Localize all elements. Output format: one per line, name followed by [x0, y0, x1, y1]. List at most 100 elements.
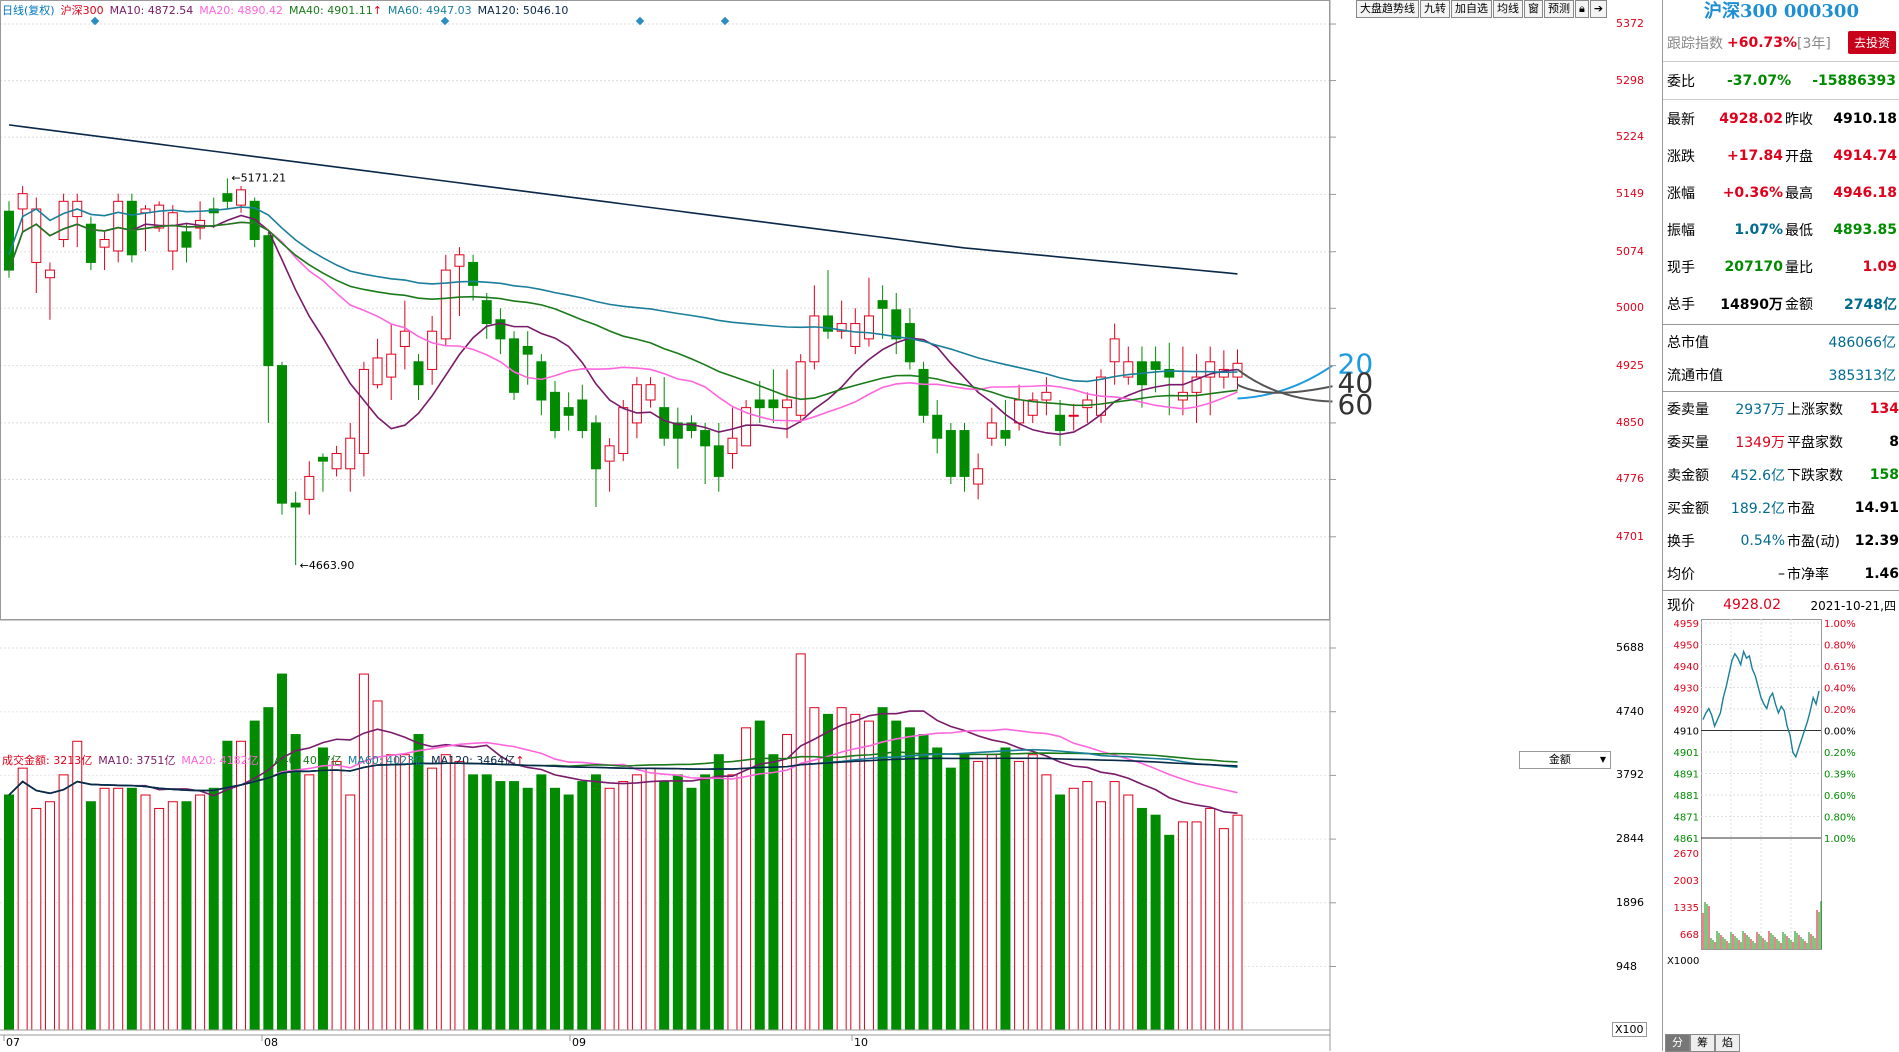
quote-value: 207170 — [1724, 258, 1783, 275]
quote-row: 总手 14890万 金额 2748亿 — [1663, 285, 1899, 322]
intraday-pct-label: 0.39% — [1824, 770, 1856, 781]
nine-turn-button[interactable]: 九转 — [1420, 0, 1450, 18]
ma60-line — [8, 206, 1238, 383]
price-axis: 5372 5298 5224 5149 5074 5000 4925 4850 4776 4701 — [1608, 0, 1662, 740]
candle-body — [113, 200, 124, 252]
volume-bar — [1191, 821, 1202, 1031]
candle-body — [795, 361, 806, 416]
date-tick-label: 07 — [6, 1036, 20, 1049]
quote-label: 均价 — [1667, 566, 1695, 583]
event-marker — [720, 16, 730, 26]
mktcap-row: 总市值 486066亿 — [1663, 325, 1899, 358]
price-tick-label: 4701 — [1616, 529, 1644, 543]
window-button[interactable]: 窗 — [1524, 0, 1543, 18]
quote-value: – — [1778, 565, 1785, 582]
indicator-select[interactable]: 金额 ▼ — [1519, 751, 1611, 769]
side-tab[interactable]: 焰 — [1715, 1034, 1740, 1052]
candle-body — [222, 193, 233, 202]
index-name: 沪深300 — [60, 4, 104, 17]
kline-chart[interactable]: 204060←5171.21←4663.90 — [0, 0, 1662, 1051]
now-value: 4928.02 — [1723, 597, 1781, 613]
add-watchlist-button[interactable]: 加自选 — [1451, 0, 1492, 18]
volume-bar — [1014, 760, 1025, 1031]
invest-button[interactable]: 去投资 — [1847, 31, 1896, 54]
intraday-price-label: 4901 — [1674, 748, 1699, 759]
volume-bar — [1055, 794, 1066, 1031]
price-tick-label: 5224 — [1616, 130, 1644, 144]
volume-bar — [509, 781, 520, 1031]
candle-body — [181, 231, 192, 248]
side-tabs: 分筹焰 — [1665, 1034, 1740, 1052]
trend-line-button[interactable]: 大盘趋势线 — [1356, 0, 1419, 18]
quote-row: 买金额 189.2亿 市盈 14.91 — [1663, 491, 1899, 524]
candle-body — [659, 407, 670, 439]
ma40-line — [8, 221, 1238, 407]
date-axis: 07 08 09 10 — [0, 1036, 1610, 1050]
quote-label: 开盘 — [1785, 148, 1813, 165]
vol-tick-label: 5688 — [1616, 641, 1644, 654]
candle-body — [386, 353, 397, 378]
volume-bar — [713, 754, 724, 1031]
track-period: [3年] — [1797, 35, 1831, 52]
low-annotation: ←4663.90 — [300, 559, 355, 572]
volume-bar — [249, 720, 260, 1031]
quote-row: 换手 0.54% 市盈(动) 12.39 — [1663, 524, 1899, 557]
index-title: 沪深300 000300 — [1704, 1, 1859, 22]
track-label[interactable]: 跟踪指数 — [1663, 33, 1723, 53]
volume-bar — [454, 760, 465, 1031]
quote-row: 均价 – 市净率 1.46 — [1663, 557, 1899, 590]
quote-label: 最新 — [1667, 111, 1695, 128]
side-tab[interactable]: 分 — [1665, 1034, 1690, 1052]
candle-body — [536, 361, 547, 401]
intraday-price-label: 4940 — [1674, 662, 1699, 673]
side-tab[interactable]: 筹 — [1690, 1034, 1715, 1052]
volume-bar — [31, 807, 42, 1031]
quote-value: 4946.18 — [1833, 184, 1897, 201]
quote-row: 涨跌 +17.84 开盘 4914.74 — [1663, 137, 1899, 174]
volume-bar — [99, 787, 110, 1031]
date-tick-label: 08 — [264, 1036, 278, 1049]
exit-icon[interactable]: ➔ — [1589, 0, 1608, 18]
vol-arrow-icon: ↑ — [515, 754, 525, 767]
wb-label: 委比 — [1667, 73, 1695, 90]
volume-bar — [331, 760, 342, 1031]
volume-bar — [85, 801, 96, 1031]
candle-body — [1150, 361, 1161, 370]
mktcap-value: 486066亿 — [1828, 334, 1896, 351]
vol-tick-label: 1896 — [1616, 895, 1644, 909]
quote-label: 平盘家数 — [1787, 434, 1843, 451]
volume-bar — [17, 767, 28, 1031]
lock-icon[interactable]: 🔒︎ — [1575, 0, 1589, 18]
candle-body — [563, 407, 574, 416]
volume-bar — [345, 794, 356, 1031]
quote-panel: 沪深300 000300 跟踪指数 +60.73% [3年] 去投资 委比 -3… — [1662, 0, 1899, 1051]
wb-value: -15886393 — [1812, 72, 1896, 89]
forecast-button[interactable]: 预测 — [1544, 0, 1574, 18]
intraday-vol-label: 668 — [1680, 930, 1699, 941]
intraday-chart[interactable]: 4959 4950 4940 4930 4920 4910 4901 4891 4881 4871… — [1663, 619, 1899, 979]
volume-bar — [986, 754, 997, 1031]
price-tick-label: 5149 — [1616, 187, 1644, 201]
vol-ma40-legend: MA40: 4077亿 — [264, 754, 342, 767]
quote-label: 最低 — [1785, 222, 1813, 239]
volume-bar — [440, 754, 451, 1031]
intraday-pct-label: 0.00% — [1824, 727, 1856, 738]
period-label[interactable]: 日线(复权) — [2, 4, 55, 17]
volume-bar — [959, 754, 970, 1031]
date-tick-label: 10 — [854, 1036, 868, 1049]
intraday-pct-label: 0.40% — [1824, 684, 1856, 695]
ma-line-button[interactable]: 均线 — [1493, 0, 1523, 18]
chevron-down-icon: ▼ — [1599, 755, 1606, 764]
quote-value: 12.39 — [1854, 532, 1899, 549]
candle-body — [618, 407, 629, 454]
candle-body — [604, 445, 615, 462]
candle-body — [1000, 430, 1011, 439]
candle-body — [809, 315, 820, 363]
volume-bar — [495, 781, 506, 1031]
kline-legend: 日线(复权) 沪深300 MA10: 4872.54 MA20: 4890.42 MA4… — [2, 2, 574, 17]
volume-bar — [604, 787, 615, 1031]
intraday-pct-label: 0.80% — [1824, 641, 1856, 652]
vol-ma10-legend: MA10: 3751亿 — [98, 754, 176, 767]
quote-value: 14.91 — [1854, 499, 1899, 516]
quote-value: 1349万 — [1735, 434, 1785, 451]
